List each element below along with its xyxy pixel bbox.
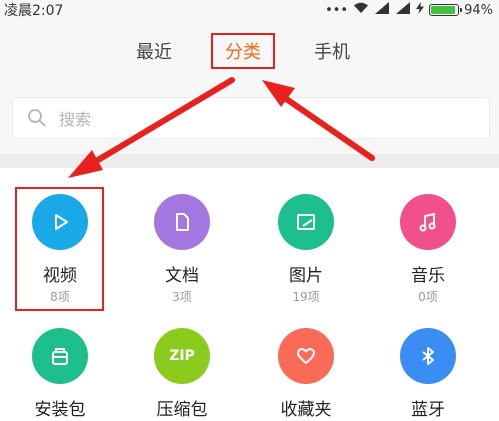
category-label: 蓝牙 bbox=[411, 400, 445, 420]
bluetooth-icon bbox=[400, 328, 456, 384]
category-label: 图片 bbox=[289, 266, 323, 286]
category-documents[interactable]: 文档 3项 bbox=[132, 194, 232, 305]
music-icon bbox=[400, 194, 456, 250]
document-icon bbox=[154, 194, 210, 250]
tab-phone[interactable]: 手机 bbox=[314, 38, 350, 64]
heart-icon bbox=[278, 328, 334, 384]
status-time: 凌晨2:07 bbox=[4, 3, 64, 19]
category-count: 0项 bbox=[418, 290, 438, 304]
status-bar: 凌晨2:07 ••• 94% bbox=[0, 0, 499, 20]
category-favorites[interactable]: 收藏夹 bbox=[256, 328, 356, 420]
signal-icon-2 bbox=[395, 2, 411, 18]
category-archives[interactable]: ZIP 压缩包 bbox=[132, 328, 232, 420]
package-icon bbox=[32, 328, 88, 384]
category-label: 文档 bbox=[165, 266, 199, 286]
status-icons: ••• 94% bbox=[325, 0, 493, 20]
charging-icon bbox=[416, 2, 425, 18]
category-label: 收藏夹 bbox=[280, 400, 332, 420]
image-icon bbox=[278, 194, 334, 250]
video-annotation-box bbox=[15, 187, 104, 311]
search-input[interactable] bbox=[57, 104, 461, 134]
section-divider bbox=[0, 154, 499, 168]
battery-level bbox=[431, 6, 455, 14]
category-count: 3项 bbox=[172, 290, 192, 304]
zip-icon: ZIP bbox=[154, 328, 210, 384]
tab-bar: 最近 分类 手机 bbox=[0, 20, 499, 82]
search-box[interactable] bbox=[12, 97, 490, 139]
category-images[interactable]: 图片 19项 bbox=[256, 194, 356, 305]
search-icon bbox=[27, 108, 47, 132]
tab-recent[interactable]: 最近 bbox=[136, 38, 172, 64]
notification-dots-icon: ••• bbox=[325, 2, 349, 18]
tab-annotation-box bbox=[211, 33, 275, 69]
wifi-icon bbox=[353, 2, 369, 18]
category-label: 安装包 bbox=[34, 400, 86, 420]
category-packages[interactable]: 安装包 bbox=[10, 328, 110, 420]
category-bluetooth[interactable]: 蓝牙 bbox=[378, 328, 478, 420]
category-music[interactable]: 音乐 0项 bbox=[378, 194, 478, 305]
battery-percent: 94% bbox=[464, 2, 493, 18]
battery-icon bbox=[429, 4, 463, 16]
category-label: 音乐 bbox=[411, 266, 445, 286]
category-label: 压缩包 bbox=[156, 400, 208, 420]
category-count: 19项 bbox=[292, 290, 320, 304]
zip-icon-text: ZIP bbox=[169, 348, 195, 364]
signal-icon bbox=[374, 2, 390, 18]
